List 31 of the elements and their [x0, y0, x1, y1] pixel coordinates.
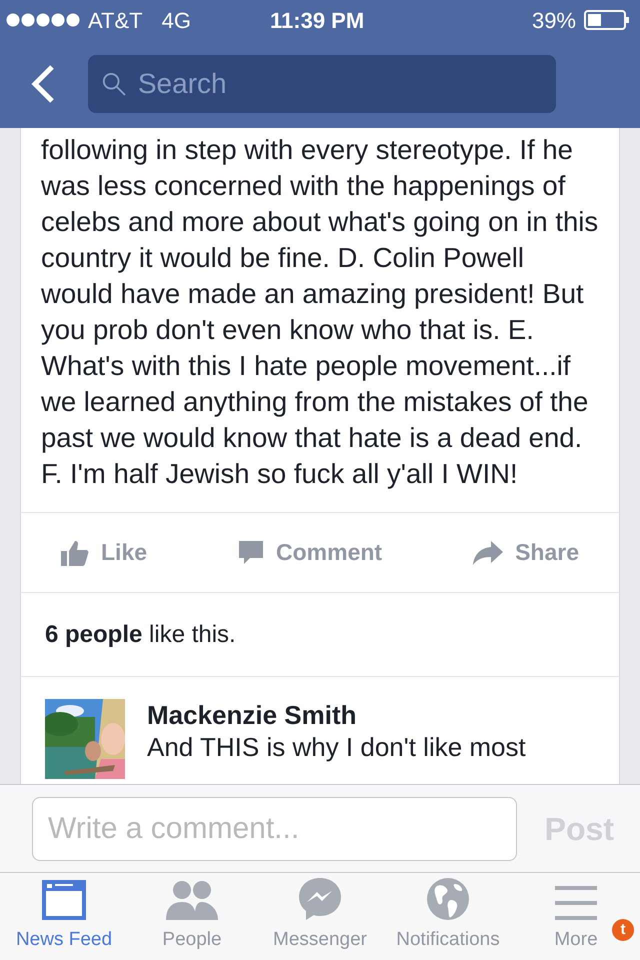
- post-text: following in step with every stereotype. If he was less concerned with the happenings of celebs and more about what's going on in this country it would be fine. D. Colin Powell would have made an amazing president! But you prob don't even know who that is. E. What's with this I hate people movement...if we learned anything from the mistakes of the past we would know that hate is a dead end. F. I'm half Jewish so fuck all y'all I WIN!: [40, 133, 600, 491]
- tab-item[interactable]: People: [128, 873, 256, 960]
- tab-item[interactable]: Notifications: [384, 873, 512, 960]
- search-field[interactable]: Search: [88, 55, 556, 113]
- signal-icon: [6, 13, 81, 27]
- comment-button[interactable]: Comment: [238, 535, 382, 570]
- search-icon: [102, 71, 126, 97]
- share-arrow-icon: [473, 540, 504, 564]
- comment-author[interactable]: Mackenzie Smith: [147, 699, 587, 731]
- speech-bubble-icon: [238, 540, 264, 566]
- network-text: 4G: [162, 6, 191, 34]
- search-input[interactable]: Search: [138, 63, 542, 105]
- like-button[interactable]: Like: [61, 535, 148, 570]
- people-icon: [166, 880, 218, 920]
- battery-text: 39%: [532, 6, 576, 34]
- carrier-text: AT&T: [88, 6, 143, 34]
- messenger-icon: [299, 878, 341, 920]
- globe-icon: [427, 878, 469, 920]
- battery-icon: [584, 10, 630, 30]
- news-feed-icon: [42, 880, 86, 920]
- tab-item[interactable]: More t: [512, 873, 640, 960]
- menu-icon: [555, 886, 597, 920]
- share-button[interactable]: Share: [473, 535, 579, 570]
- thumbs-up-icon: [61, 540, 89, 566]
- notification-badge: t: [612, 919, 634, 941]
- back-chevron-icon: [30, 64, 56, 104]
- clock-text: 11:39 PM: [270, 6, 364, 34]
- comment-text: And THIS is why I don't like most: [147, 731, 527, 763]
- tab-item[interactable]: News Feed: [0, 873, 128, 960]
- tab-item[interactable]: Messenger: [256, 873, 384, 960]
- likes-summary[interactable]: 6 people like this.: [45, 616, 236, 652]
